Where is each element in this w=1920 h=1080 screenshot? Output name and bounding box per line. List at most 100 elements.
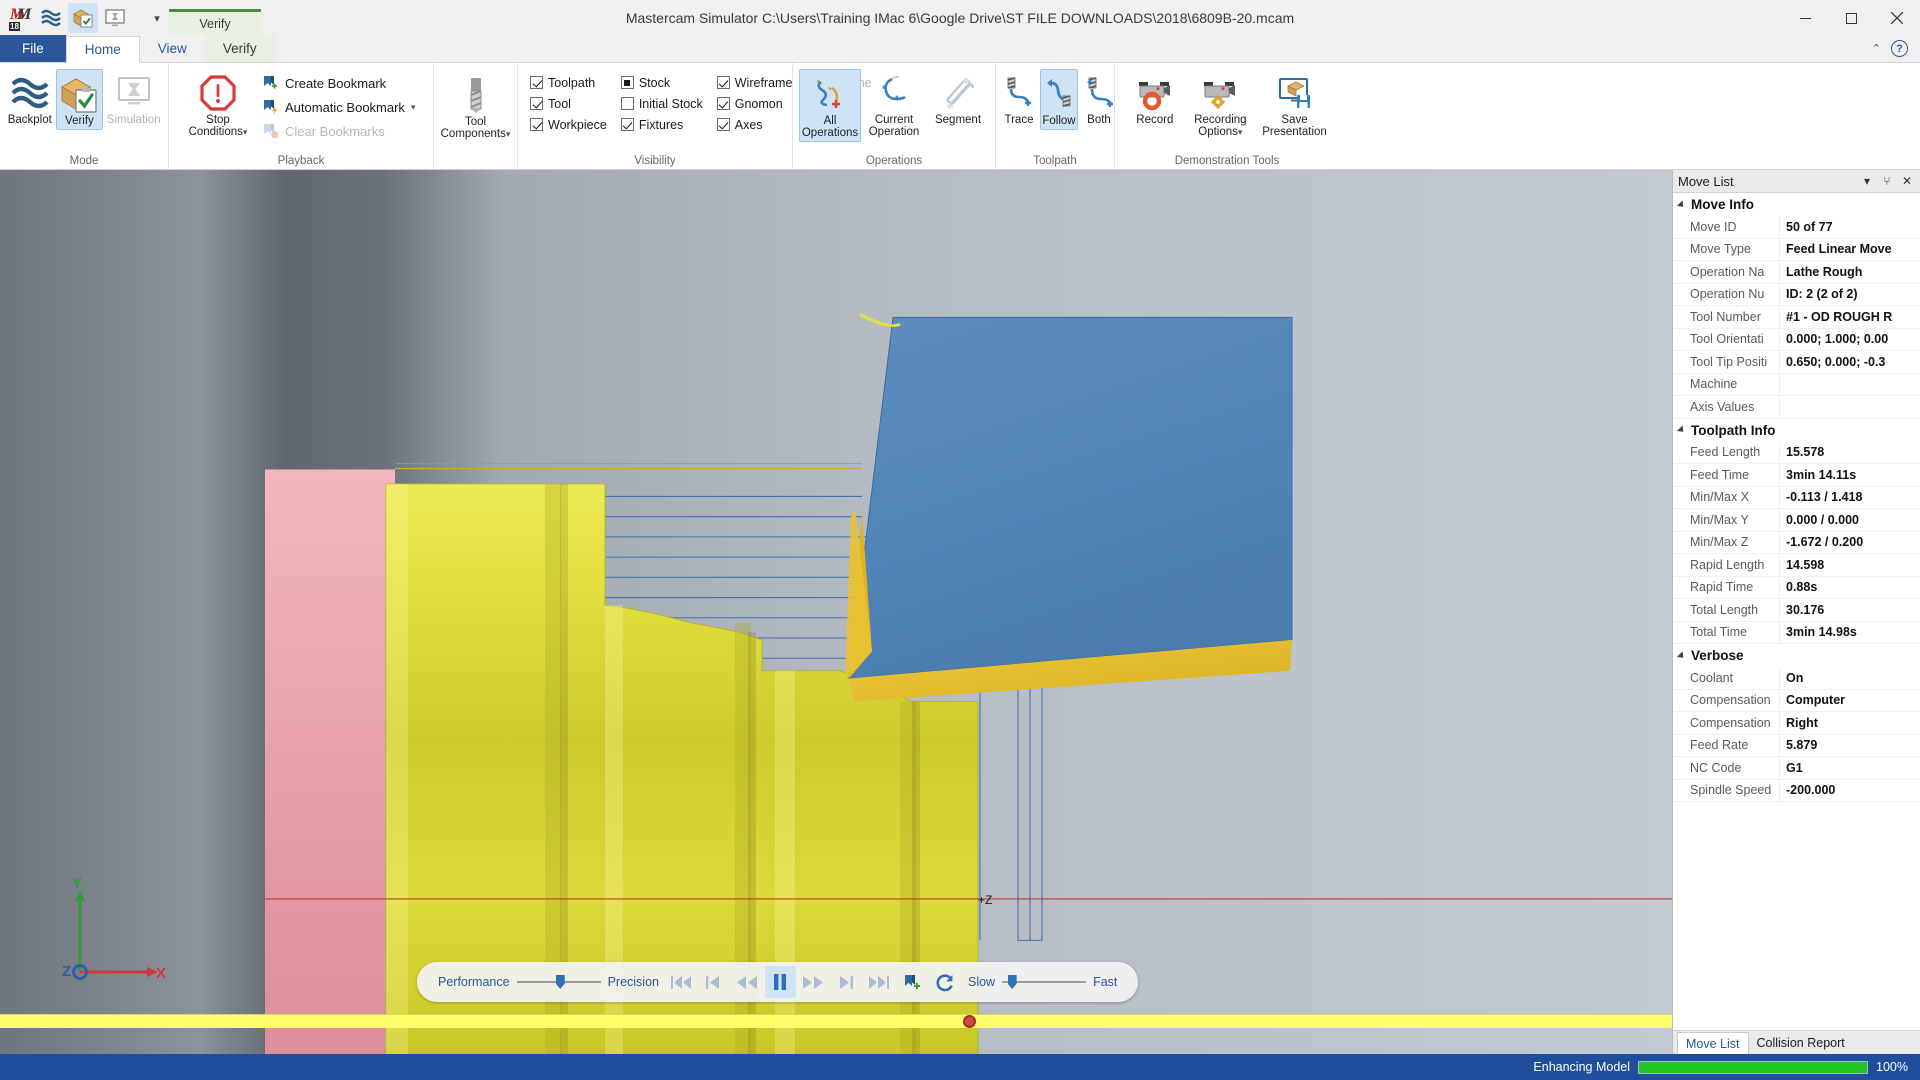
checkbox-fixtures[interactable]: Fixtures: [620, 114, 703, 135]
panel-menu-button[interactable]: ▾: [1859, 172, 1875, 190]
qat-overflow-button[interactable]: ▾: [146, 3, 168, 33]
checkbox-fixtures-box[interactable]: [620, 118, 634, 131]
checkbox-stock-box[interactable]: [620, 76, 634, 89]
record-button[interactable]: Record: [1125, 69, 1185, 128]
table-row[interactable]: Compensation Right: [1673, 712, 1920, 735]
tab-home[interactable]: Home: [65, 36, 140, 63]
skip-to-start-button[interactable]: [666, 966, 697, 998]
checkbox-initial-stock-box[interactable]: [620, 97, 634, 110]
qat-simulation-button[interactable]: [100, 3, 130, 33]
create-bookmark-button[interactable]: Create Bookmark: [259, 72, 418, 94]
tool-components-button[interactable]: Tool Components▾: [441, 71, 510, 142]
stop-conditions-dropdown[interactable]: ▾: [243, 127, 248, 137]
timeline-marker[interactable]: [963, 1015, 977, 1028]
table-row[interactable]: Axis Values: [1673, 396, 1920, 419]
panel-pin-button[interactable]: ⑂: [1879, 172, 1895, 190]
backplot-button[interactable]: Backplot: [6, 69, 54, 128]
quality-slider-knob[interactable]: [555, 975, 565, 989]
table-row[interactable]: Total Time 3min 14.98s: [1673, 621, 1920, 644]
tab-file[interactable]: File: [0, 35, 66, 62]
trace-button[interactable]: Trace: [1000, 69, 1038, 128]
table-row[interactable]: Compensation Computer: [1673, 689, 1920, 712]
clear-bookmarks-button[interactable]: Clear Bookmarks: [259, 120, 418, 142]
restart-button[interactable]: [930, 966, 961, 998]
table-row[interactable]: Feed Time 3min 14.11s: [1673, 464, 1920, 487]
table-row[interactable]: Move ID 50 of 77: [1673, 216, 1920, 239]
current-operation-button[interactable]: Current Operation: [863, 69, 925, 140]
automatic-bookmark-dropdown[interactable]: ▾: [411, 102, 416, 113]
checkbox-axes[interactable]: Axes: [716, 114, 793, 135]
table-row[interactable]: Tool Orientati 0.000; 1.000; 0.00: [1673, 328, 1920, 351]
table-row[interactable]: Min/Max Y 0.000 / 0.000: [1673, 509, 1920, 532]
segment-button[interactable]: Segment: [927, 69, 989, 128]
table-row[interactable]: Tool Number #1 - OD ROUGH R: [1673, 306, 1920, 329]
table-row[interactable]: Coolant On: [1673, 667, 1920, 690]
checkbox-gnomon[interactable]: Gnomon: [716, 93, 793, 114]
section-verbose[interactable]: Verbose: [1673, 644, 1920, 667]
mastercam-logo-button[interactable]: M M 18: [4, 3, 34, 33]
panel-close-button[interactable]: ✕: [1899, 172, 1915, 190]
help-button[interactable]: ?: [1891, 40, 1908, 57]
speed-slider-knob[interactable]: [1007, 975, 1017, 989]
close-button[interactable]: [1874, 0, 1920, 36]
checkbox-workpiece[interactable]: Workpiece: [530, 114, 607, 135]
step-forward-button[interactable]: [831, 966, 862, 998]
table-row[interactable]: Feed Length 15.578: [1673, 441, 1920, 464]
speed-slider[interactable]: [1002, 975, 1087, 989]
minimize-button[interactable]: [1782, 0, 1828, 36]
checkbox-wireframe-box[interactable]: [716, 76, 730, 89]
section-move-info[interactable]: Move Info: [1673, 193, 1920, 216]
checkbox-wireframe[interactable]: Wireframe: [716, 72, 792, 93]
table-row[interactable]: Total Length 30.176: [1673, 599, 1920, 622]
checkbox-tool[interactable]: Tool: [530, 93, 607, 114]
collapse-ribbon-button[interactable]: ⌃: [1872, 42, 1881, 55]
table-row[interactable]: Move Type Feed Linear Move: [1673, 238, 1920, 261]
follow-button[interactable]: Follow: [1040, 69, 1078, 130]
tool-components-dropdown[interactable]: ▾: [506, 129, 511, 139]
recording-options-dropdown[interactable]: ▾: [1238, 127, 1243, 137]
recording-options-button[interactable]: Recording Options▾: [1189, 69, 1252, 140]
table-row[interactable]: Min/Max Z -1.672 / 0.200: [1673, 531, 1920, 554]
rewind-button[interactable]: [732, 966, 763, 998]
table-row[interactable]: Tool Tip Positi 0.650; 0.000; -0.3: [1673, 351, 1920, 374]
checkbox-toolpath[interactable]: Toolpath: [530, 72, 607, 93]
section-toolpath-info[interactable]: Toolpath Info: [1673, 418, 1920, 442]
checkbox-tool-box[interactable]: [530, 97, 543, 110]
maximize-button[interactable]: [1828, 0, 1874, 36]
checkbox-axes-box[interactable]: [716, 118, 730, 131]
both-button[interactable]: Both: [1080, 69, 1118, 128]
quality-slider[interactable]: [516, 975, 601, 989]
add-bookmark-button[interactable]: [897, 966, 928, 998]
tab-view[interactable]: View: [140, 35, 205, 62]
simulation-viewport[interactable]: +Z Y X Z Performance Precision Slow Fast: [0, 170, 1672, 1054]
tab-verify[interactable]: Verify: [204, 35, 275, 62]
table-row[interactable]: Min/Max X -0.113 / 1.418: [1673, 486, 1920, 509]
table-row[interactable]: Rapid Length 14.598: [1673, 554, 1920, 577]
pause-button[interactable]: [764, 966, 796, 998]
checkbox-initial-stock[interactable]: Initial Stock: [620, 93, 703, 114]
table-row[interactable]: Feed Rate 5.879: [1673, 734, 1920, 757]
skip-to-end-button[interactable]: [864, 966, 895, 998]
table-row[interactable]: Machine: [1673, 373, 1920, 396]
qat-backplot-button[interactable]: [36, 3, 66, 33]
checkbox-gnomon-box[interactable]: [716, 97, 730, 110]
tab-move-list[interactable]: Move List: [1677, 1032, 1749, 1054]
table-row[interactable]: Operation Nu ID: 2 (2 of 2): [1673, 283, 1920, 306]
checkbox-workpiece-box[interactable]: [530, 118, 543, 131]
stop-conditions-button[interactable]: Stop Conditions▾: [187, 69, 249, 140]
step-back-button[interactable]: [699, 966, 730, 998]
table-row[interactable]: Rapid Time 0.88s: [1673, 576, 1920, 599]
checkbox-toolpath-box[interactable]: [530, 76, 543, 89]
all-operations-button[interactable]: All Operations: [799, 69, 861, 142]
checkbox-stock[interactable]: Stock: [620, 72, 703, 93]
table-row[interactable]: Spindle Speed -200.000: [1673, 779, 1920, 802]
verify-button[interactable]: Verify: [55, 69, 104, 130]
table-row[interactable]: Operation Na Lathe Rough: [1673, 261, 1920, 284]
qat-verify-button[interactable]: [68, 3, 98, 33]
tab-collision-report[interactable]: Collision Report: [1749, 1032, 1853, 1054]
automatic-bookmark-button[interactable]: Automatic Bookmark ▾: [259, 96, 418, 118]
timeline-strip[interactable]: [0, 1014, 1672, 1028]
fast-forward-button[interactable]: [798, 966, 829, 998]
simulation-button[interactable]: Simulation: [105, 69, 162, 128]
save-presentation-button[interactable]: Save Presentation: [1256, 69, 1333, 140]
